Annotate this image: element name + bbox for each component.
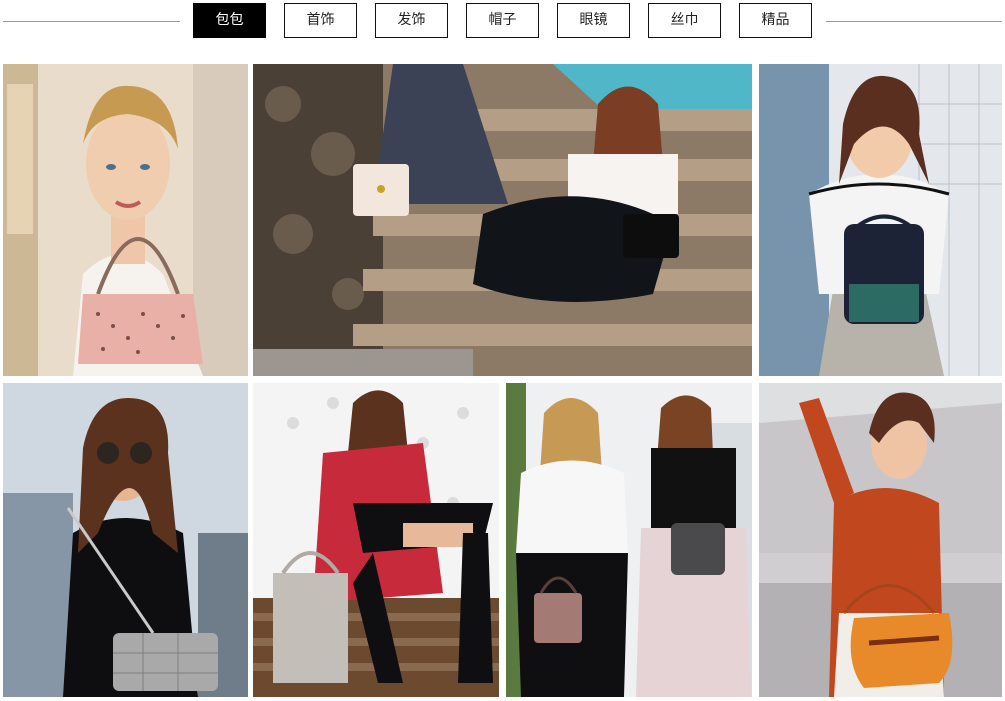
tab-scarves[interactable]: 丝巾 <box>648 3 721 38</box>
photo-navy-mini-backpack[interactable] <box>759 64 1002 376</box>
tab-hair-accessories[interactable]: 发饰 <box>375 3 448 38</box>
tab-jewelry[interactable]: 首饰 <box>284 3 357 38</box>
photo-quilted-chain-bag[interactable] <box>3 383 248 697</box>
photo-pink-and-grey-bags[interactable] <box>506 383 752 697</box>
photo-orange-saddle-bag[interactable] <box>759 383 1002 697</box>
photo-wooden-steps-handbags[interactable] <box>253 64 752 376</box>
category-tab-bar: 包包 首饰 发饰 帽子 眼镜 丝巾 精品 <box>0 0 1005 42</box>
photo-pink-bucket-bag[interactable] <box>3 64 248 376</box>
tab-bags[interactable]: 包包 <box>193 3 266 38</box>
tab-glasses[interactable]: 眼镜 <box>557 3 630 38</box>
photo-grey-tote-red-coat[interactable] <box>253 383 499 697</box>
tab-hats[interactable]: 帽子 <box>466 3 539 38</box>
divider-left <box>3 21 180 22</box>
divider-right <box>826 21 1002 22</box>
tab-boutique[interactable]: 精品 <box>739 3 812 38</box>
